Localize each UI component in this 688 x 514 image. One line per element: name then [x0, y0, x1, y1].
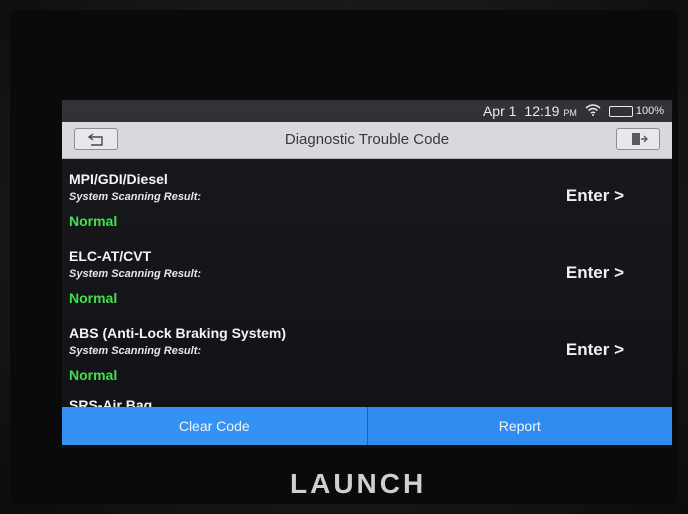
report-button[interactable]: Report — [367, 407, 672, 445]
enter-button[interactable]: Enter > — [566, 263, 624, 283]
battery-indicator: 100% — [608, 105, 664, 117]
status-bar: Apr 1 12:19 PM 100% — [62, 100, 672, 122]
system-row-elc-at-cvt[interactable]: ELC-AT/CVT System Scanning Result: Norma… — [62, 236, 672, 313]
battery-percent: 100% — [635, 105, 664, 117]
status-bar-right: Apr 1 12:19 PM 100% — [483, 103, 664, 119]
system-name: ABS (Anti-Lock Braking System) — [69, 325, 287, 341]
brand-logo: LAUNCH — [290, 468, 427, 499]
exit-icon — [632, 133, 648, 145]
status-meridiem: PM — [563, 108, 577, 118]
system-row-srs-air-bag[interactable]: SRS-Air Bag — [62, 395, 672, 407]
clear-code-button[interactable]: Clear Code — [62, 407, 368, 445]
battery-icon — [608, 105, 633, 117]
status-time: 12:19 — [524, 103, 560, 119]
screen: Apr 1 12:19 PM 100% Diagnostic Trouble C… — [62, 100, 672, 448]
footer-actions: Clear Code Report — [62, 407, 672, 445]
system-name: SRS-Air Bag — [69, 397, 153, 407]
status-date: Apr 1 — [482, 103, 517, 119]
page-title: Diagnostic Trouble Code — [284, 131, 450, 148]
system-name: ELC-AT/CVT — [69, 248, 152, 264]
system-scanning-label: System Scanning Result: — [69, 345, 202, 357]
system-row-mpi-gdi-diesel[interactable]: MPI/GDI/Diesel System Scanning Result: N… — [62, 159, 672, 236]
enter-button[interactable]: Enter > — [566, 186, 624, 206]
system-scanning-label: System Scanning Result: — [69, 268, 202, 280]
title-bar: Diagnostic Trouble Code — [62, 122, 672, 159]
wifi-icon — [585, 103, 601, 119]
status-time-group: 12:19 PM — [524, 103, 576, 119]
exit-button[interactable] — [616, 128, 660, 150]
system-status: Normal — [69, 290, 118, 306]
system-scanning-label: System Scanning Result: — [69, 191, 202, 203]
system-status: Normal — [69, 367, 118, 383]
system-status: Normal — [69, 213, 118, 229]
system-list: MPI/GDI/Diesel System Scanning Result: N… — [62, 159, 672, 409]
enter-button[interactable]: Enter > — [566, 340, 624, 360]
system-row-abs[interactable]: ABS (Anti-Lock Braking System) System Sc… — [62, 313, 672, 390]
system-name: MPI/GDI/Diesel — [69, 171, 168, 187]
